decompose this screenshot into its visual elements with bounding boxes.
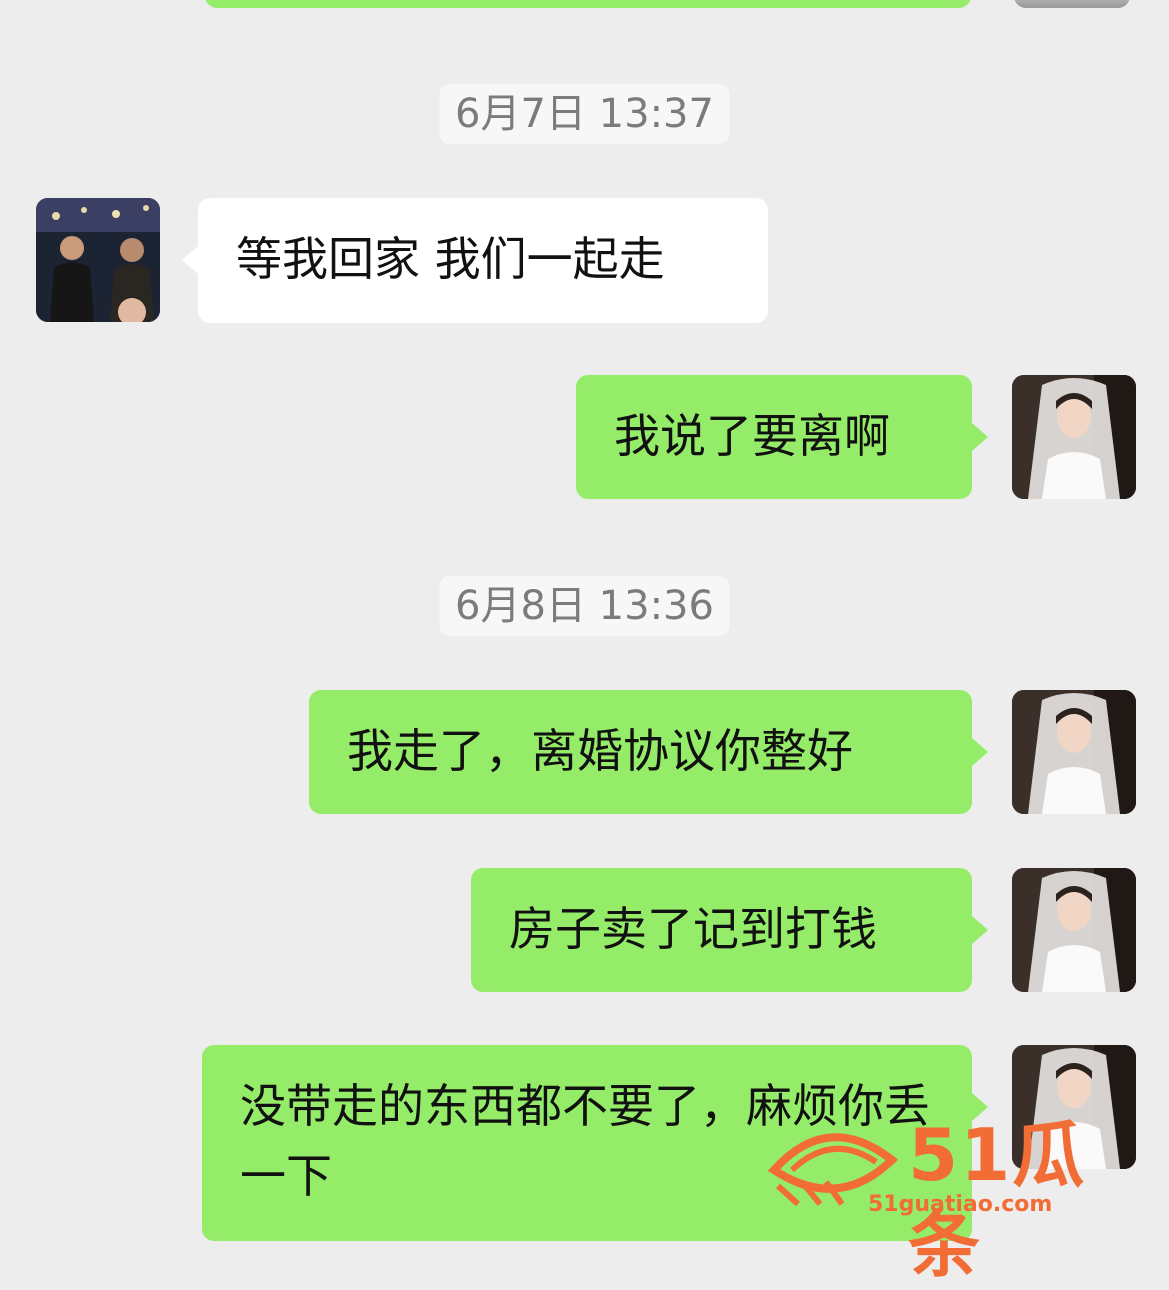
my-avatar[interactable] (1012, 690, 1136, 814)
timestamp: 6月7日 13:37 (439, 84, 730, 144)
sent-message-bubble[interactable]: 房子卖了记到打钱 (471, 868, 988, 992)
watermark-url: 51guatiao.com (868, 1192, 1053, 1217)
message-bubble-partial (205, 0, 971, 8)
my-avatar-partial (1014, 0, 1130, 8)
message-text: 房子卖了记到打钱 (509, 902, 877, 956)
message-text: 等我回家 我们一起走 (236, 232, 665, 286)
watermark: 51瓜条 51guatiao.com (768, 1110, 1148, 1287)
my-avatar[interactable] (1012, 375, 1136, 499)
contact-avatar[interactable] (36, 198, 160, 322)
message-text: 我说了要离啊 (614, 409, 890, 463)
message-text: 我走了，离婚协议你整好 (347, 724, 853, 778)
sent-message-bubble[interactable]: 我走了，离婚协议你整好 (309, 690, 988, 814)
chat-screen: { "conversation": { "timestamps": ["6月7日… (0, 0, 1169, 1287)
timestamp: 6月8日 13:36 (439, 576, 730, 636)
received-message-bubble[interactable]: 等我回家 我们一起走 (182, 198, 768, 323)
my-avatar[interactable] (1012, 868, 1136, 992)
sent-message-bubble[interactable]: 我说了要离啊 (576, 375, 988, 499)
